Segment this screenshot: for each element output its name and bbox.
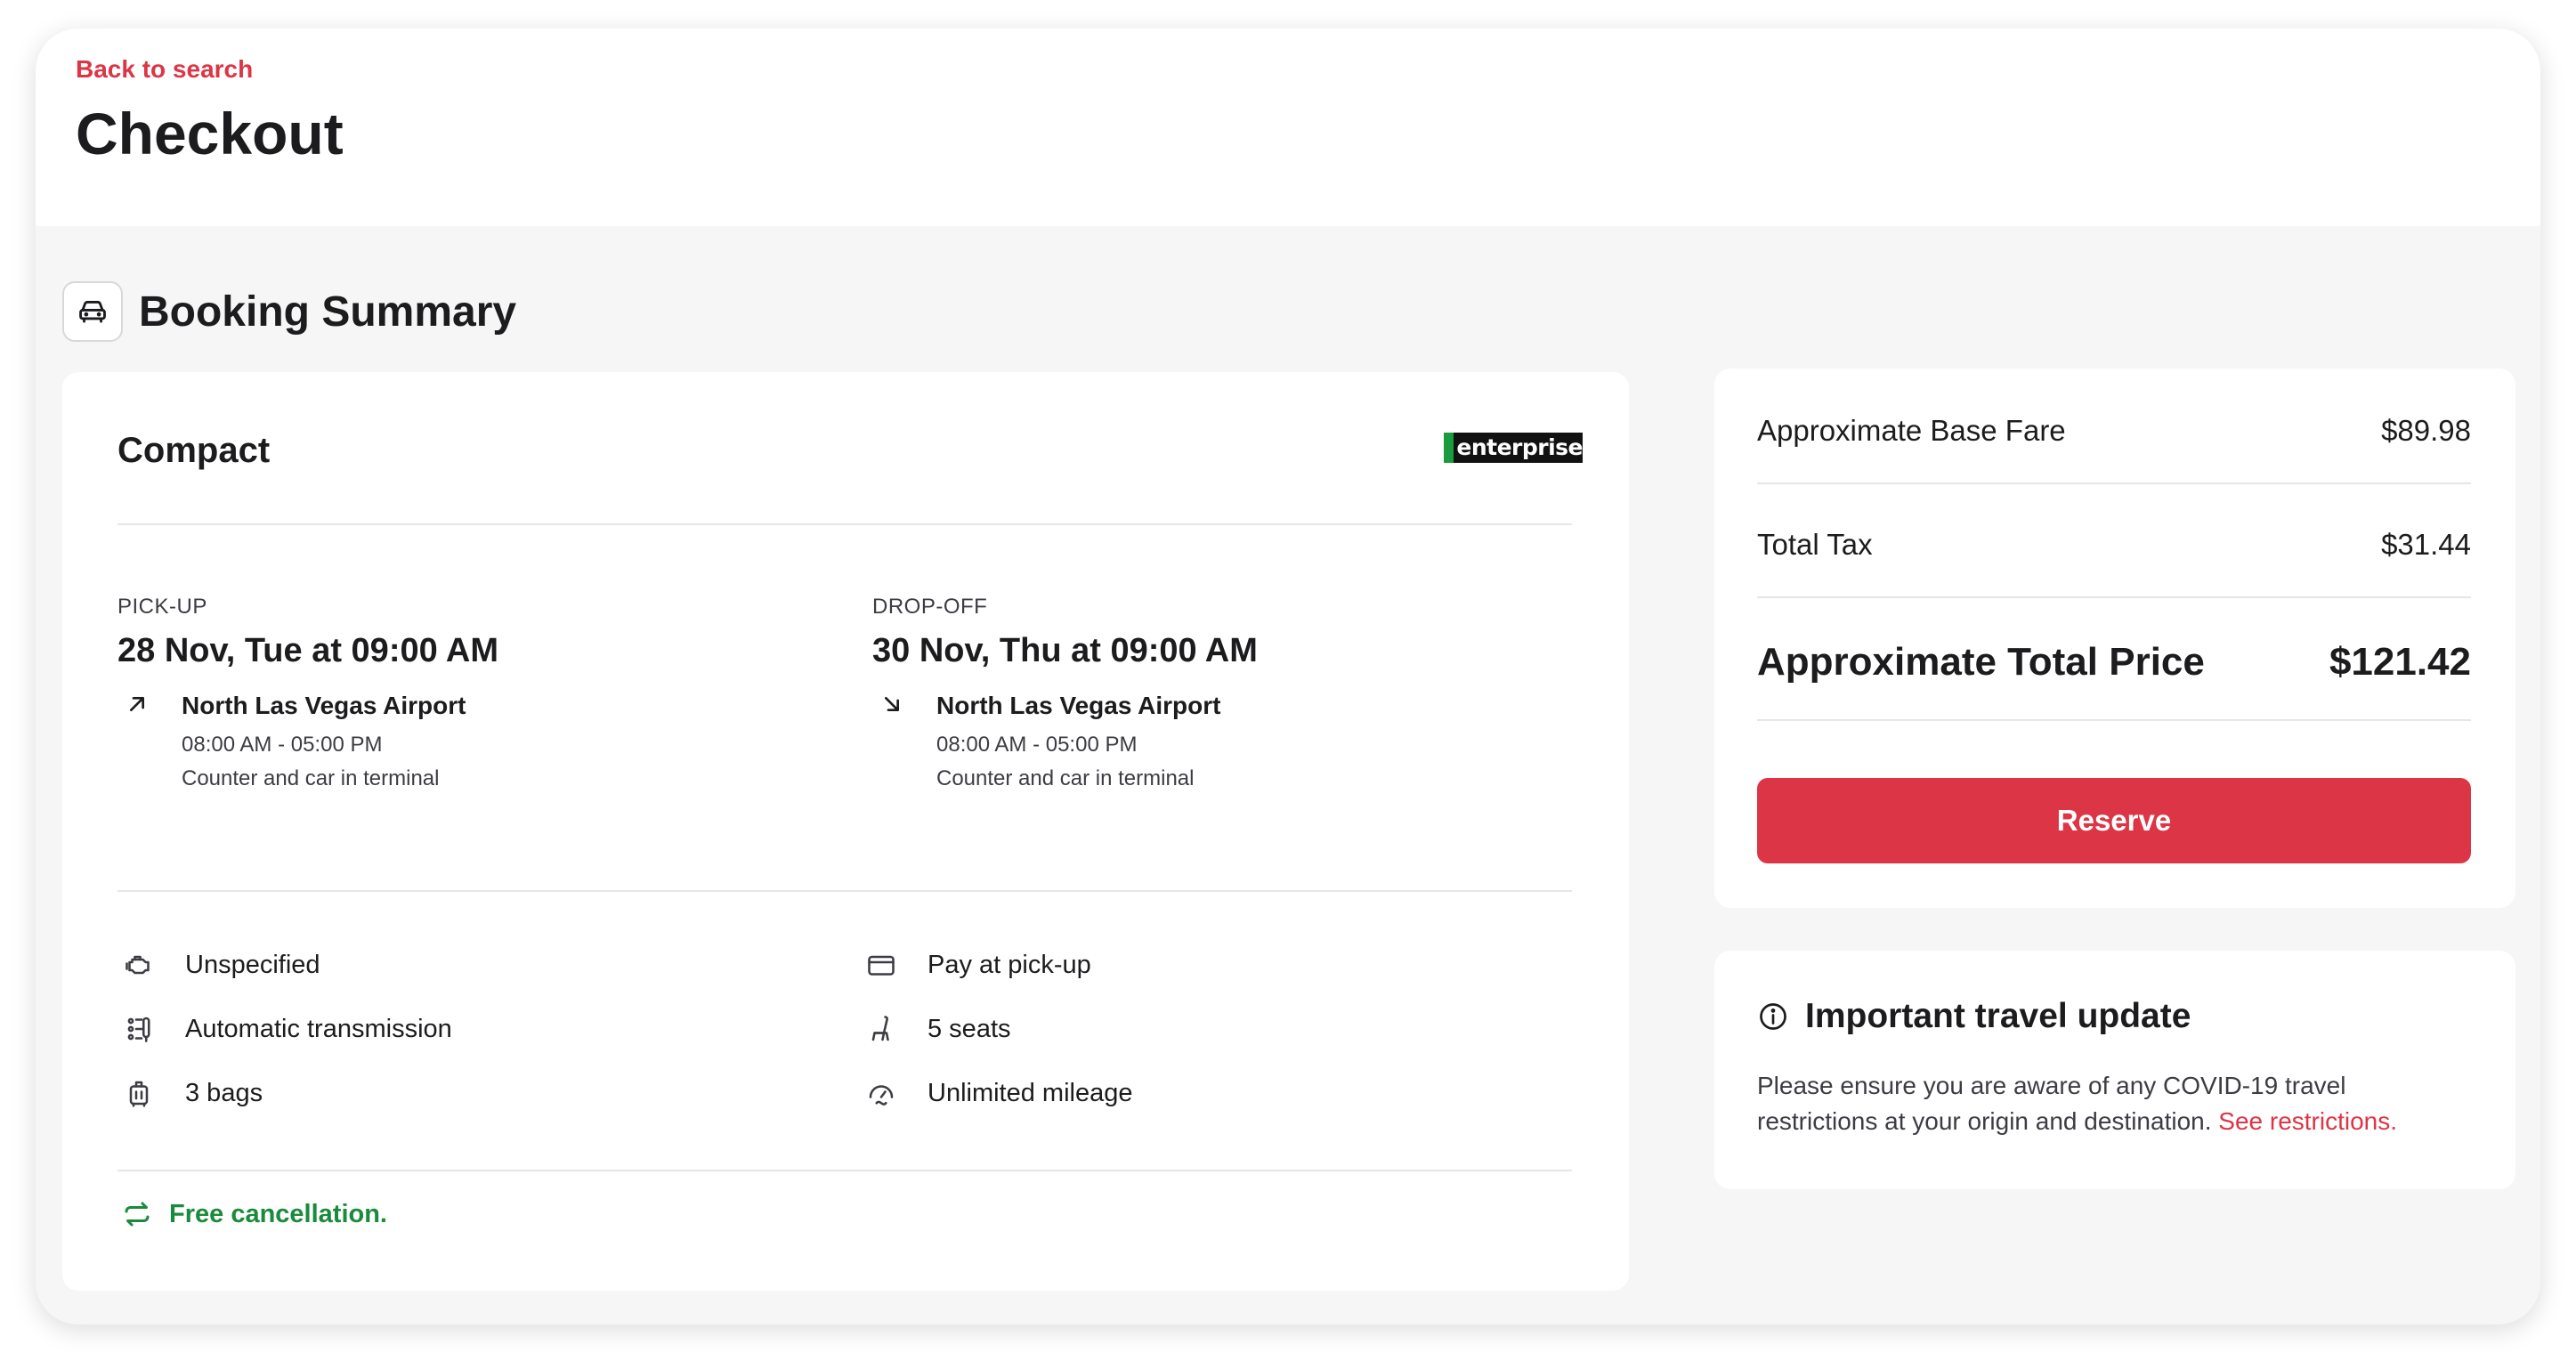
feature-label: Unspecified bbox=[185, 950, 320, 979]
feature-label: 3 bags bbox=[185, 1078, 263, 1107]
divider bbox=[117, 523, 1572, 525]
dropoff-location-name: North Las Vegas Airport bbox=[936, 692, 1221, 719]
logo-mark bbox=[1444, 433, 1454, 463]
booking-summary-card: Compact enterprise PICK-UP 28 Nov, Tue a… bbox=[62, 372, 1629, 1291]
base-fare-row: Approximate Base Fare $89.98 bbox=[1757, 402, 2471, 459]
divider bbox=[1757, 596, 2471, 598]
pickup-note: Counter and car in terminal bbox=[182, 766, 440, 790]
engine-icon bbox=[121, 947, 157, 983]
reserve-button[interactable]: Reserve bbox=[1757, 778, 2471, 863]
feature-bags: 3 bags bbox=[121, 1072, 263, 1114]
tax-value: $31.44 bbox=[2381, 528, 2471, 561]
feature-label: Pay at pick-up bbox=[928, 950, 1091, 979]
travel-update-title: Important travel update bbox=[1805, 997, 2191, 1035]
car-class: Compact bbox=[117, 431, 271, 470]
dropoff-note: Counter and car in terminal bbox=[936, 766, 1195, 790]
gear-shift-icon bbox=[121, 1011, 157, 1047]
arrow-up-right-icon bbox=[130, 697, 144, 711]
see-restrictions-link[interactable]: See restrictions. bbox=[2218, 1107, 2397, 1135]
dropoff-location: North Las Vegas Airport 08:00 AM - 05:00… bbox=[872, 688, 1584, 797]
feature-payment: Pay at pick-up bbox=[863, 944, 1091, 986]
pickup-section: PICK-UP 28 Nov, Tue at 09:00 AM North La… bbox=[117, 595, 830, 797]
total-value: $121.42 bbox=[2329, 640, 2471, 684]
base-fare-value: $89.98 bbox=[2381, 414, 2471, 447]
tax-label: Total Tax bbox=[1757, 528, 1873, 561]
info-icon bbox=[1760, 1003, 1786, 1030]
section-title: Booking Summary bbox=[139, 288, 517, 336]
feature-transmission: Automatic transmission bbox=[121, 1008, 452, 1050]
seat-icon bbox=[863, 1011, 899, 1047]
checkout-window: Back to search Checkout Booking Summary … bbox=[36, 28, 2540, 1324]
divider bbox=[1757, 482, 2471, 484]
enterprise-logo: enterprise bbox=[1444, 433, 1583, 463]
car-icon bbox=[62, 281, 123, 342]
booking-summary-heading: Booking Summary bbox=[62, 281, 516, 342]
free-cancellation-label: Free cancellation. bbox=[169, 1199, 387, 1228]
feature-seats: 5 seats bbox=[863, 1008, 1011, 1050]
logo-text: enterprise bbox=[1456, 434, 1583, 460]
credit-card-icon bbox=[863, 947, 899, 983]
free-cancellation: Free cancellation. bbox=[121, 1198, 387, 1230]
pickup-label: PICK-UP bbox=[117, 595, 207, 619]
feature-label: Unlimited mileage bbox=[928, 1078, 1133, 1107]
speedometer-icon bbox=[863, 1075, 899, 1111]
dropoff-hours: 08:00 AM - 05:00 PM bbox=[936, 733, 1138, 757]
feature-label: 5 seats bbox=[928, 1014, 1011, 1043]
pickup-hours: 08:00 AM - 05:00 PM bbox=[182, 733, 383, 757]
price-summary-card: Approximate Base Fare $89.98 Total Tax $… bbox=[1714, 369, 2515, 908]
dropoff-label: DROP-OFF bbox=[872, 595, 988, 619]
total-row: Approximate Total Price $121.42 bbox=[1757, 630, 2471, 694]
dropoff-section: DROP-OFF 30 Nov, Thu at 09:00 AM North L… bbox=[872, 595, 1584, 797]
total-label: Approximate Total Price bbox=[1757, 640, 2205, 684]
travel-update-heading: Important travel update bbox=[1757, 997, 2191, 1036]
divider bbox=[1757, 719, 2471, 721]
travel-update-body: Please ensure you are aware of any COVID… bbox=[1757, 1068, 2469, 1139]
page-header: Back to search Checkout bbox=[36, 28, 2540, 226]
divider bbox=[117, 1170, 1572, 1171]
back-to-search-link[interactable]: Back to search bbox=[76, 55, 253, 84]
arrow-down-right-icon bbox=[885, 697, 899, 711]
tax-row: Total Tax $31.44 bbox=[1757, 516, 2471, 573]
divider bbox=[117, 890, 1572, 892]
travel-update-card: Important travel update Please ensure yo… bbox=[1714, 951, 2515, 1189]
page-title: Checkout bbox=[76, 101, 344, 166]
feature-engine: Unspecified bbox=[121, 944, 320, 986]
pickup-datetime: 28 Nov, Tue at 09:00 AM bbox=[117, 632, 498, 669]
feature-label: Automatic transmission bbox=[185, 1014, 452, 1043]
luggage-icon bbox=[121, 1075, 157, 1111]
refresh-icon bbox=[125, 1202, 150, 1227]
pickup-location: North Las Vegas Airport 08:00 AM - 05:00… bbox=[117, 688, 830, 797]
base-fare-label: Approximate Base Fare bbox=[1757, 414, 2066, 447]
dropoff-datetime: 30 Nov, Thu at 09:00 AM bbox=[872, 632, 1258, 669]
feature-mileage: Unlimited mileage bbox=[863, 1072, 1133, 1114]
pickup-location-name: North Las Vegas Airport bbox=[182, 692, 466, 719]
